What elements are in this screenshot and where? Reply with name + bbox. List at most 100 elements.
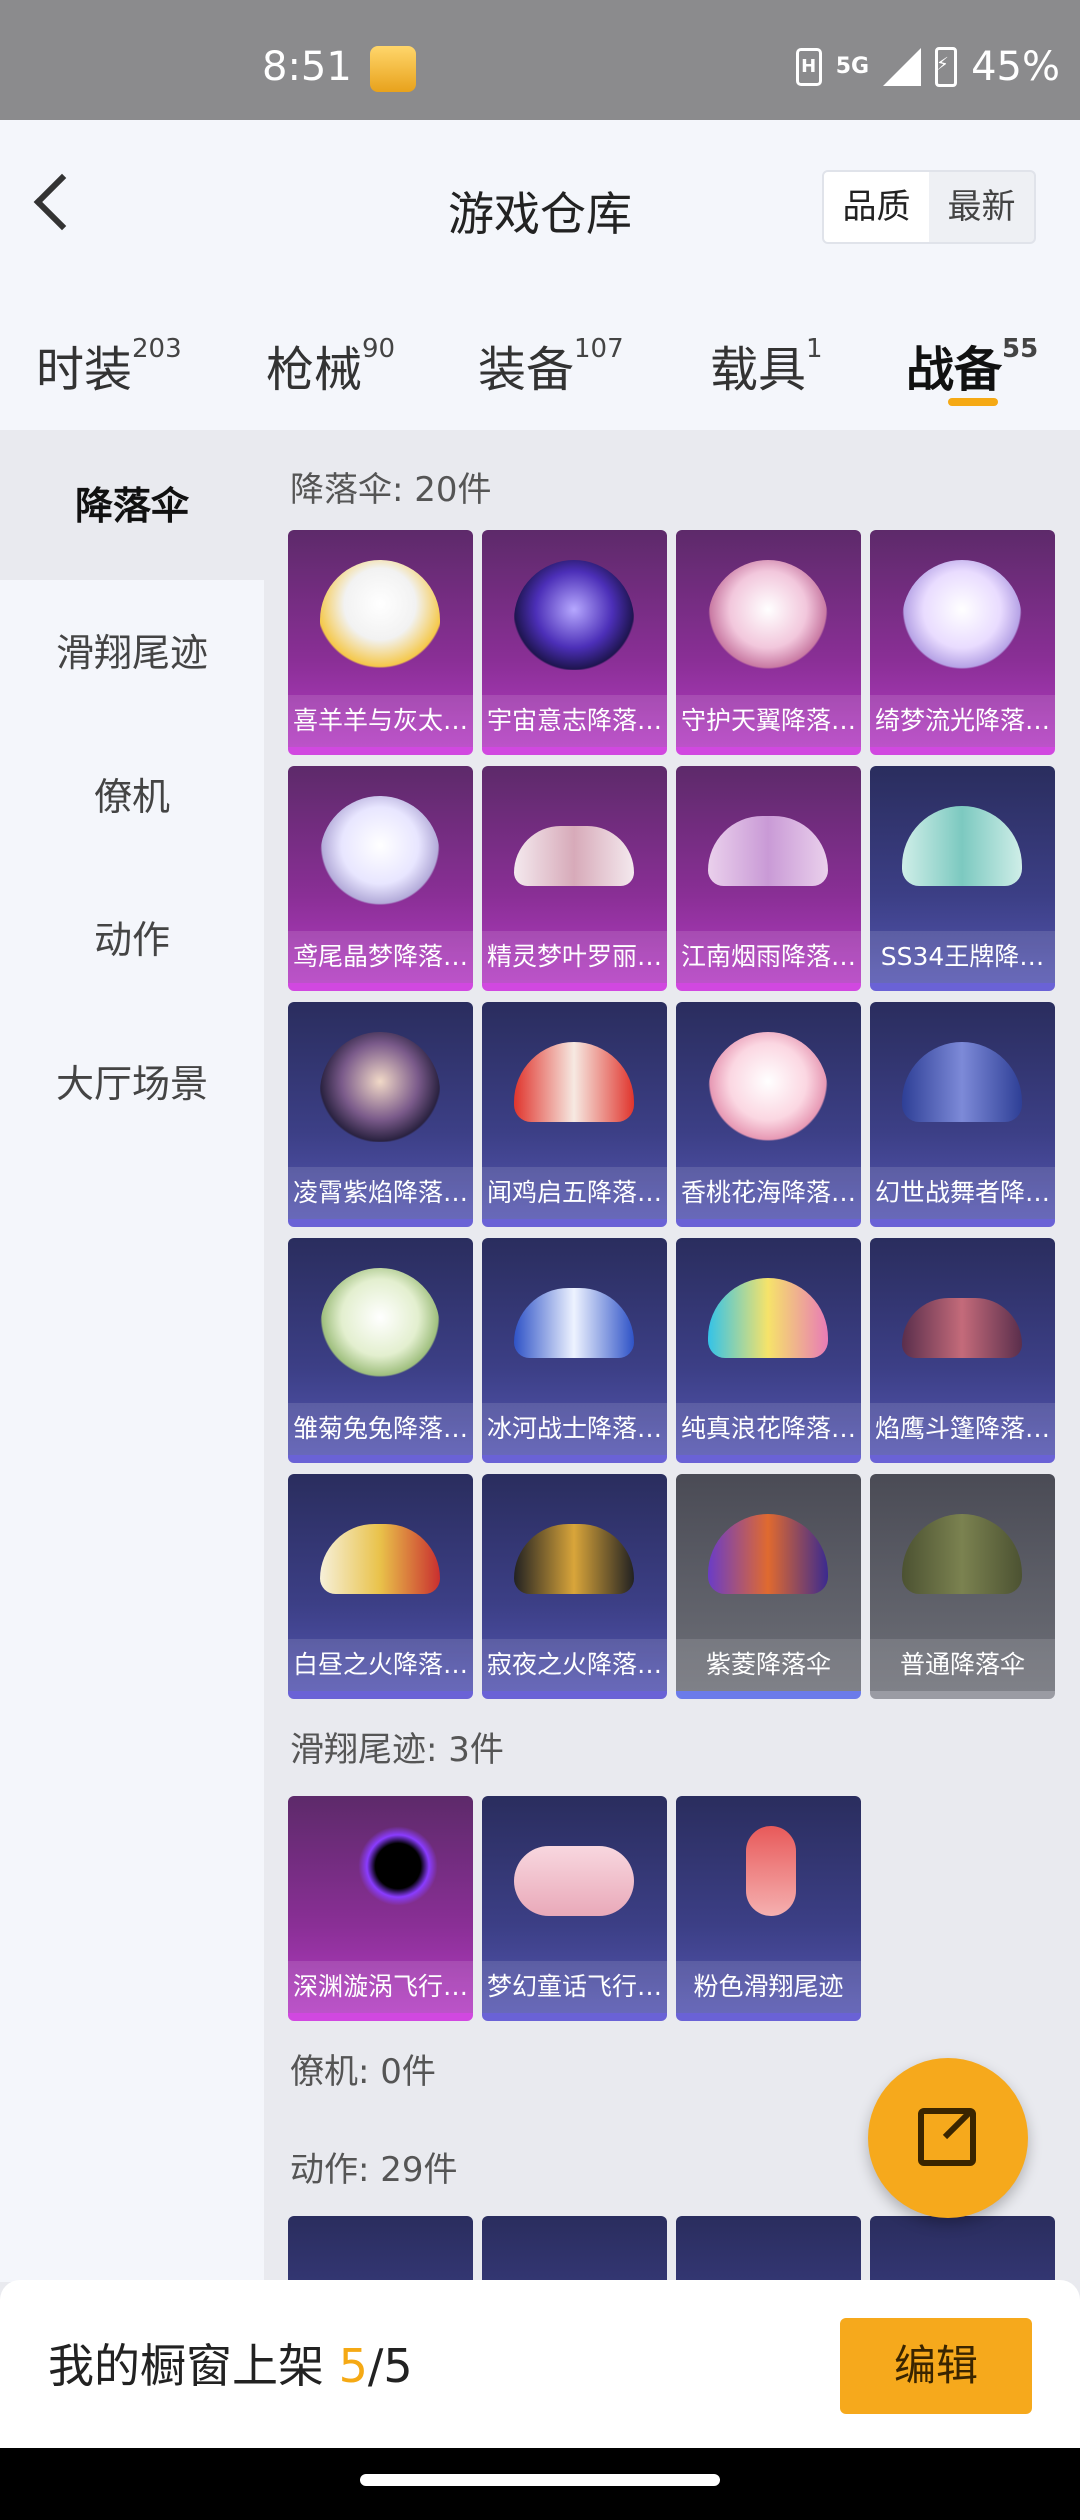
battery-level: 45% [971,44,1060,90]
item-name: 寂夜之火降落… [482,1639,667,1691]
item-card[interactable]: SS34王牌降… [870,766,1055,991]
app-notification-icon [370,46,416,92]
tab-equipment[interactable]: 装备107 [478,330,624,400]
item-card[interactable]: 梦幻童话飞行… [482,1796,667,2021]
item-card[interactable]: 凌霄紫焰降落… [288,1002,473,1227]
item-card[interactable]: 守护天翼降落… [676,530,861,755]
item-card[interactable]: 紫菱降落伞 [676,1474,861,1699]
item-card[interactable]: 普通降落伞 [870,1474,1055,1699]
item-name: 宇宙意志降落… [482,695,667,747]
item-card[interactable]: 纯真浪花降落… [676,1238,861,1463]
item-name: 焰鹰斗篷降落… [870,1403,1055,1455]
parachute-image [320,1524,440,1594]
item-card[interactable]: 寂夜之火降落… [482,1474,667,1699]
item-name: 闻鸡启五降落… [482,1167,667,1219]
hd-icon: H [795,48,822,86]
status-bar: 8:51 H 5G 45% [0,0,1080,120]
tab-label: 装备 [478,342,575,398]
item-card[interactable]: 闻鸡启五降落… [482,1002,667,1227]
section-title-wingman: 僚机: 0件 [290,2052,436,2092]
tab-vehicles[interactable]: 载具1 [710,330,823,400]
item-card[interactable]: 幻世战舞者降… [870,1002,1055,1227]
item-name: 深渊漩涡飞行… [288,1961,473,2013]
sidebar-item-wingman[interactable]: 僚机 [0,726,264,868]
item-card[interactable]: 香桃花海降落… [676,1002,861,1227]
item-name: 绮梦流光降落… [870,695,1055,747]
tab-count: 55 [1002,334,1039,364]
item-card[interactable] [870,2216,1055,2282]
item-card[interactable]: 江南烟雨降落… [676,766,861,991]
parachute-image [514,826,634,886]
sidebar-item-lobby-scene[interactable]: 大厅场景 [0,1012,264,1156]
item-card[interactable]: 焰鹰斗篷降落… [870,1238,1055,1463]
sidebar-item-actions[interactable]: 动作 [0,868,264,1012]
item-name: 梦幻童话飞行… [482,1961,667,2013]
showcase-current-count: 5 [338,2339,368,2393]
tab-label: 战备 [906,342,1003,398]
tab-count: 90 [362,334,396,364]
tab-fashion[interactable]: 时装203 [36,330,182,400]
showcase-label: 我的橱窗上架 [48,2339,324,2393]
external-link-icon [918,2108,976,2166]
parachute-image [514,1288,634,1358]
parachute-image [902,560,1022,670]
parachute-image [708,816,828,886]
parachute-image [902,1514,1022,1594]
item-card[interactable]: 冰河战士降落… [482,1238,667,1463]
item-name: 普通降落伞 [870,1639,1055,1691]
trail-image [358,1826,438,1906]
tab-count: 1 [806,334,823,364]
sidebar-item-parachute[interactable]: 降落伞 [0,432,264,580]
item-card[interactable]: 白昼之火降落… [288,1474,473,1699]
item-card[interactable]: 雏菊兔兔降落… [288,1238,473,1463]
item-card[interactable]: 绮梦流光降落… [870,530,1055,755]
parachute-image [320,1268,440,1378]
parachute-image [708,1278,828,1358]
parachute-image [320,560,440,670]
tab-label: 时装 [36,342,133,398]
item-card[interactable] [482,2216,667,2282]
item-name: 喜羊羊与灰太… [288,695,473,747]
inventory-content: 降落伞: 20件 喜羊羊与灰太… 宇宙意志降落… 守护天翼降落… 绮梦流光降落…… [264,432,1080,2282]
item-name: 纯真浪花降落… [676,1403,861,1455]
sidebar-item-trails[interactable]: 滑翔尾迹 [0,580,264,726]
item-card[interactable] [676,2216,861,2282]
parachute-image [514,1042,634,1122]
active-tab-indicator [948,398,998,406]
item-card[interactable]: 喜羊羊与灰太… [288,530,473,755]
parachute-image [708,1514,828,1594]
edit-button[interactable]: 编辑 [840,2318,1032,2414]
item-name: 鸢尾晶梦降落… [288,931,473,983]
network-type: 5G [835,54,870,79]
battery-icon [935,47,958,87]
item-card[interactable]: 精灵梦叶罗丽… [482,766,667,991]
tab-label: 枪械 [266,342,363,398]
parachute-image [902,1042,1022,1122]
item-card[interactable]: 粉色滑翔尾迹 [676,1796,861,2021]
item-name: 幻世战舞者降… [870,1167,1055,1219]
parachute-image [708,560,828,670]
tab-guns[interactable]: 枪械90 [266,330,395,400]
sort-option-quality[interactable]: 品质 [824,172,929,242]
item-name: 凌霄紫焰降落… [288,1167,473,1219]
tab-count: 203 [132,334,182,364]
parachute-image [514,560,634,670]
system-nav-bar [0,2448,1080,2520]
trail-image [514,1846,634,1916]
parachute-image [708,1032,828,1142]
status-icons: H 5G 45% [795,44,1060,90]
bottom-bar: 我的橱窗上架 5/5 编辑 [0,2280,1080,2448]
parachute-image [902,806,1022,886]
item-card[interactable]: 鸢尾晶梦降落… [288,766,473,991]
parachute-image [902,1298,1022,1358]
sort-option-latest[interactable]: 最新 [929,172,1034,242]
item-name: 江南烟雨降落… [676,931,861,983]
item-card[interactable]: 深渊漩涡飞行… [288,1796,473,2021]
home-gesture-handle[interactable] [360,2474,720,2486]
tab-battle-prep[interactable]: 战备55 [906,330,1038,400]
item-name: SS34王牌降… [870,931,1055,983]
sort-toggle: 品质 最新 [822,170,1036,244]
item-card[interactable]: 宇宙意志降落… [482,530,667,755]
item-card[interactable] [288,2216,473,2282]
share-button[interactable] [868,2058,1028,2218]
